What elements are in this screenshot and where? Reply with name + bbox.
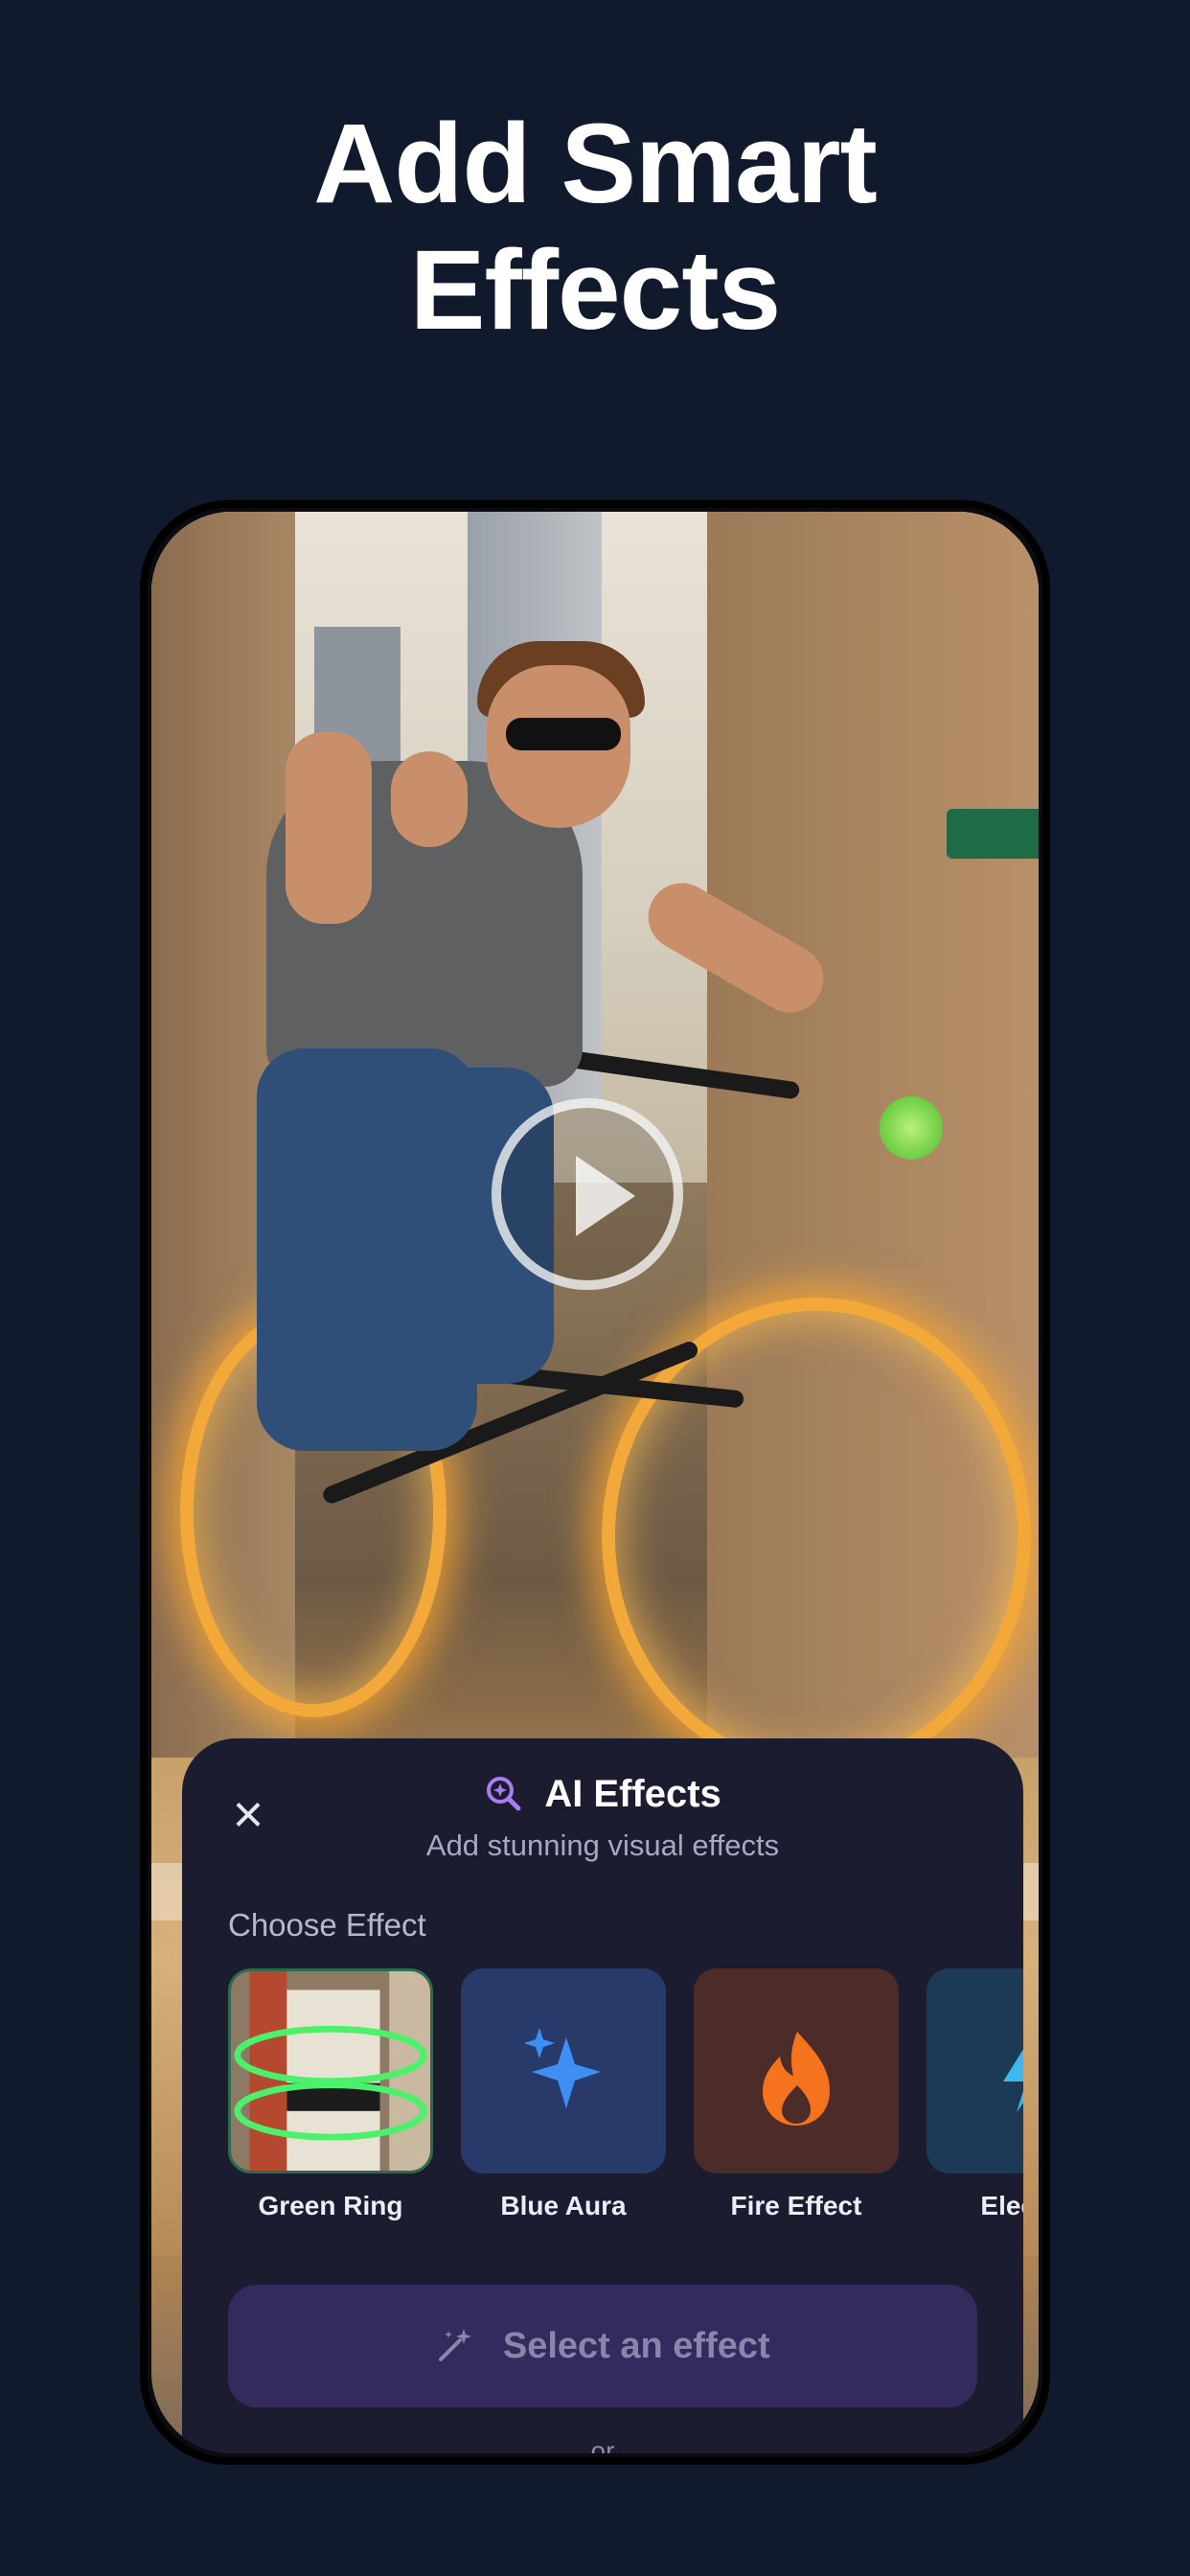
magic-wand-icon — [435, 2326, 486, 2366]
effect-blue-aura[interactable]: Blue Aura — [461, 1968, 666, 2221]
sheet-title-text: AI Effects — [544, 1773, 721, 1815]
rider-hand-thumbs-up — [391, 751, 468, 847]
sheet-title: AI Effects — [182, 1773, 1023, 1816]
street-lamp — [880, 1096, 943, 1160]
phone-frame: × AI Effects Add stunning visual effects… — [140, 500, 1050, 2465]
section-label: Choose Effect — [228, 1907, 426, 1943]
flame-icon — [763, 2032, 830, 2126]
effect-green-ring[interactable]: Green Ring — [228, 1968, 433, 2221]
lightning-icon — [1003, 2049, 1023, 2112]
sparkle-search-icon — [484, 1773, 533, 1815]
select-effect-label: Select an effect — [502, 2326, 770, 2366]
electric-tile[interactable] — [927, 1968, 1023, 2174]
video-preview[interactable]: × AI Effects Add stunning visual effects… — [151, 512, 1039, 2453]
rider-sunglasses — [506, 718, 621, 750]
green-ring-thumbnail[interactable] — [228, 1968, 433, 2174]
effect-label: Blue Aura — [500, 2191, 627, 2220]
street-sign — [947, 809, 1039, 859]
headline-line-1: Add Smart — [313, 101, 878, 227]
effect-label: Green Ring — [258, 2191, 403, 2220]
headline-line-2: Effects — [409, 227, 781, 354]
effect-label: Fire Effect — [730, 2191, 862, 2220]
sheet-subtitle: Add stunning visual effects — [425, 1828, 780, 1862]
fire-effect-tile[interactable] — [694, 1968, 899, 2174]
front-wheel-glow — [602, 1298, 1031, 1775]
sparkles-icon — [524, 2028, 601, 2108]
headline: Add Smart Effects — [0, 101, 1190, 354]
play-button[interactable] — [492, 1098, 683, 1290]
effect-electric[interactable]: Electric — [927, 1968, 1023, 2221]
or-label: or — [590, 2436, 615, 2453]
effect-label: Electric — [980, 2191, 1023, 2220]
select-effect-button[interactable]: Select an effect — [228, 2285, 977, 2407]
rider-arm-raised — [286, 732, 372, 924]
effects-sheet: × AI Effects Add stunning visual effects… — [182, 1738, 1023, 2453]
effects-row[interactable]: Green Ring Blue Aura Fire Effect Ele — [228, 1968, 1023, 2227]
blue-aura-tile[interactable] — [461, 1968, 666, 2174]
effect-fire[interactable]: Fire Effect — [694, 1968, 899, 2221]
